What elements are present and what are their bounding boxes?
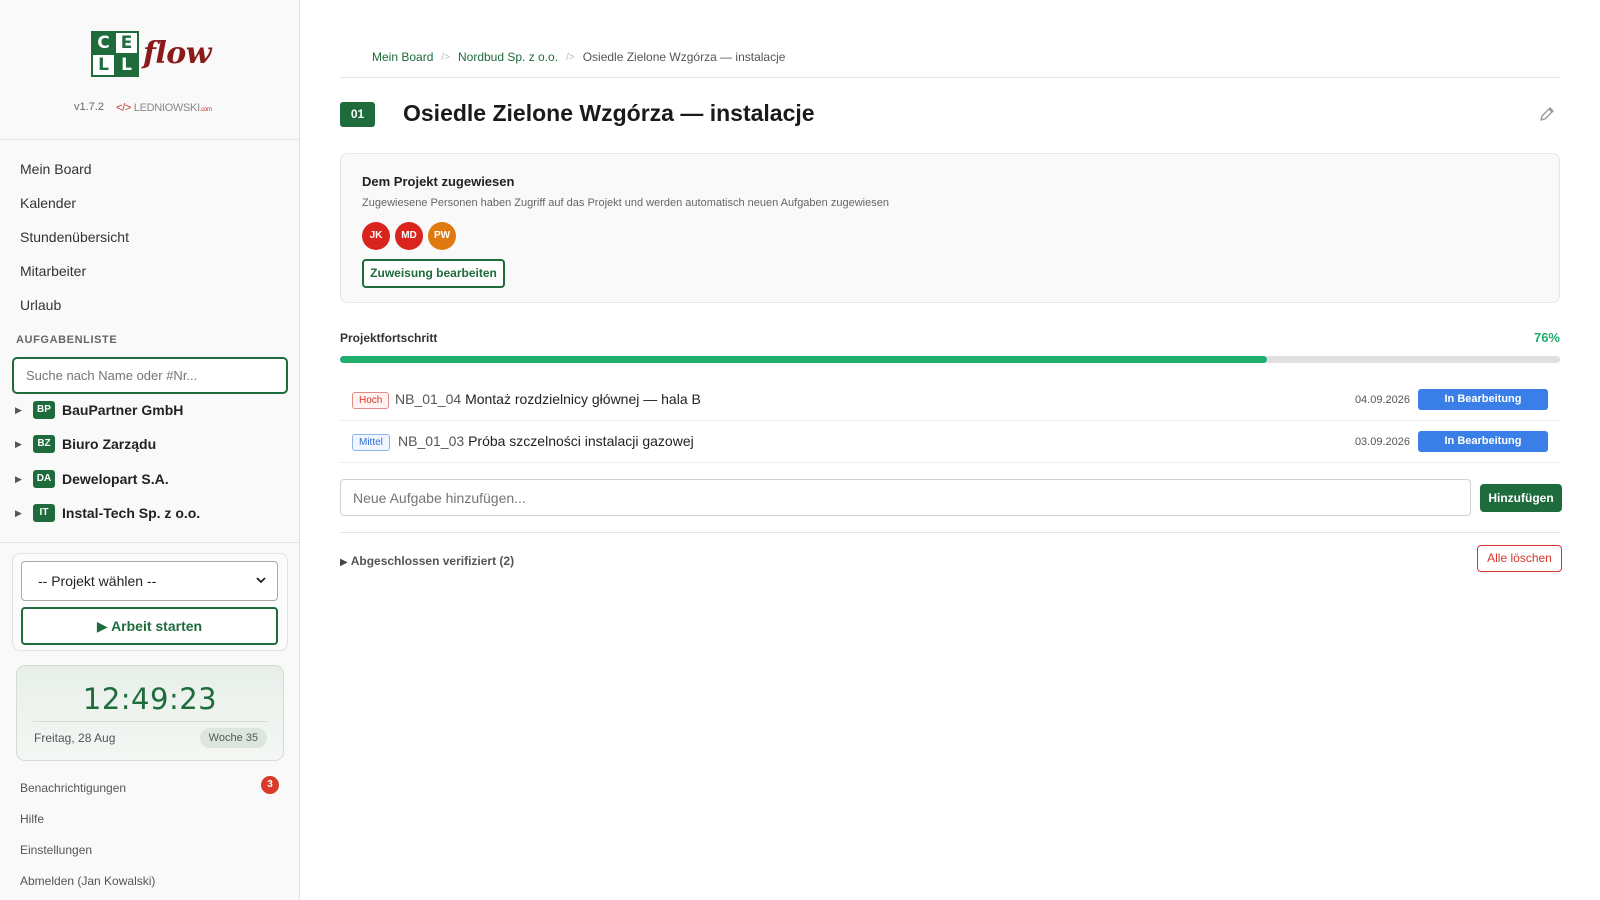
client-name: Instal-Tech Sp. z o.o. [62,505,201,521]
avatar[interactable]: PW [428,222,456,250]
add-task-button[interactable]: Hinzufügen [1480,484,1562,512]
breadcrumb-link-board[interactable]: Mein Board [372,50,433,64]
client-item[interactable]: ▶ BZ Biuro Zarządu [15,432,156,456]
page-title: Osiedle Zielone Wzgórza — instalacje [403,100,815,126]
notifications-link[interactable]: Benachrichtigungen [20,781,126,795]
client-name: Biuro Zarządu [62,436,157,452]
logout-link[interactable]: Abmelden (Jan Kowalski) [20,874,155,888]
task-row[interactable]: Mittel NB_01_03 Próba szczelności instal… [340,421,1560,463]
clock-widget: 12:49:23 Freitag, 28 Aug Woche 35 [16,665,284,761]
avatar[interactable]: JK [362,222,390,250]
code-icon: </> [116,102,132,114]
breadcrumb-separator: /> [566,51,575,63]
progress-label: Projektfortschritt [340,331,438,345]
breadcrumb-divider [340,77,1560,78]
new-task-input[interactable] [340,479,1471,516]
assignment-title: Dem Projekt zugewiesen [362,174,515,189]
completed-tasks-toggle[interactable]: ▶ Abgeschlossen verifiziert (2) [340,554,514,568]
logo-letter: C [91,31,116,55]
task-status-badge[interactable]: In Bearbeitung [1418,389,1548,410]
task-due-date: 03.09.2026 [1354,436,1410,448]
priority-badge: Hoch [352,392,390,409]
client-badge: DA [33,470,55,488]
client-item[interactable]: ▶ DA Dewelopart S.A. [15,467,169,491]
task-list-heading: AUFGABENLISTE [16,334,118,346]
client-badge: BZ [33,435,55,453]
nav-item-kalender[interactable]: Kalender [0,186,299,220]
client-item[interactable]: ▶ IT Instal-Tech Sp. z o.o. [15,501,200,525]
help-link[interactable]: Hilfe [20,812,44,826]
task-code: NB_01_03 [398,433,465,449]
app-logo[interactable]: C E L L [91,31,147,83]
expand-arrow-icon: ▶ [340,557,348,568]
project-select-value: -- Projekt wählen -- [38,573,157,589]
task-status-badge[interactable]: In Bearbeitung [1418,431,1548,452]
week-badge: Woche 35 [199,728,267,748]
logo-area: C E L L flow v1.7.2 </> LEDNIOWSKI.com [0,0,299,140]
task-title[interactable]: NB_01_03 Próba szczelności instalacji ga… [398,433,694,449]
project-select[interactable]: -- Projekt wählen -- [21,561,278,601]
progress-bar [340,356,1560,363]
sidebar: C E L L flow v1.7.2 </> LEDNIOWSKI.com M… [0,0,300,900]
client-name: BauPartner GmbH [62,402,184,418]
edit-assignment-button[interactable]: Zuweisung bearbeiten [362,259,505,288]
section-divider [340,532,1560,533]
sidebar-divider [0,542,299,543]
task-name: Próba szczelności instalacji gazowej [468,433,694,449]
expand-arrow-icon[interactable]: ▶ [15,439,33,450]
app-version: v1.7.2 [74,101,104,113]
clock-date: Freitag, 28 Aug [34,731,116,745]
play-icon: ▶ [96,618,108,634]
nav-item-stundenuebersicht[interactable]: Stundenübersicht [0,220,299,254]
clock-time: 12:49:23 [82,682,218,716]
breadcrumb-current: Osiedle Zielone Wzgórza — instalacje [582,50,786,64]
start-work-label: Arbeit starten [111,618,203,634]
time-tracker-panel: -- Projekt wählen -- ▶ Arbeit starten [12,553,288,651]
main-nav: Mein Board Kalender Stundenübersicht Mit… [0,152,299,322]
logo-letter: L [114,53,139,77]
progress-percent: 76% [1533,330,1560,345]
logo-letter: L [91,53,116,77]
avatar[interactable]: MD [395,222,423,250]
main-content: Mein Board /> Nordbud Sp. z o.o. /> Osie… [340,0,1562,900]
priority-badge: Mittel [352,434,390,451]
completed-tasks-label: Abgeschlossen verifiziert (2) [350,554,515,568]
task-due-date: 04.09.2026 [1354,394,1410,406]
nav-item-mein-board[interactable]: Mein Board [0,152,299,186]
progress-bar-fill [340,356,1268,363]
task-title[interactable]: NB_01_04 Montaż rozdzielnicy głównej — h… [395,391,701,407]
notification-count-badge: 3 [261,776,279,794]
task-code: NB_01_04 [395,391,462,407]
nav-item-mitarbeiter[interactable]: Mitarbeiter [0,254,299,288]
breadcrumb-separator: /> [441,51,450,63]
pencil-icon[interactable] [1537,104,1557,124]
nav-item-urlaub[interactable]: Urlaub [0,288,299,322]
start-work-button[interactable]: ▶ Arbeit starten [21,607,278,645]
expand-arrow-icon[interactable]: ▶ [15,474,33,485]
clear-all-button[interactable]: Alle löschen [1477,545,1562,572]
task-name: Montaż rozdzielnicy głównej — hala B [465,391,701,407]
logo-wordmark: flow [143,36,212,71]
expand-arrow-icon[interactable]: ▶ [15,508,33,519]
clock-divider [33,721,267,722]
assignment-description: Zugewiesene Personen haben Zugriff auf d… [362,197,889,209]
client-name: Dewelopart S.A. [62,471,169,487]
breadcrumb-link-client[interactable]: Nordbud Sp. z o.o. [458,50,558,64]
expand-arrow-icon[interactable]: ▶ [15,405,33,416]
vendor-name: LEDNIOWSKI [133,102,200,114]
client-item[interactable]: ▶ BP BauPartner GmbH [15,398,183,422]
client-badge: IT [33,504,55,522]
task-search-input[interactable] [12,357,288,394]
vendor-domain: .com [199,107,212,113]
assignment-card: Dem Projekt zugewiesen Zugewiesene Perso… [340,153,1560,303]
logo-letter: E [114,31,139,55]
vendor-logo[interactable]: </> LEDNIOWSKI.com [116,102,212,114]
client-badge: BP [33,401,55,419]
project-number-badge: 01 [340,102,375,127]
task-row[interactable]: Hoch NB_01_04 Montaż rozdzielnicy główne… [340,379,1560,421]
settings-link[interactable]: Einstellungen [20,843,92,857]
breadcrumb: Mein Board /> Nordbud Sp. z o.o. /> Osie… [372,50,785,64]
